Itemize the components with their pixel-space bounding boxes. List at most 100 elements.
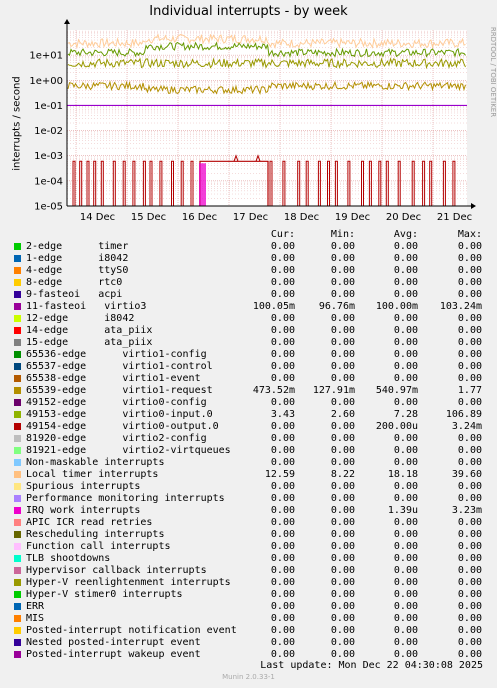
legend-min: 0.00 — [330, 517, 355, 528]
legend-swatch — [14, 483, 21, 490]
legend-swatch — [14, 495, 21, 502]
legend-row: 9-fasteoi acpi 0.00 0.00 0.00 0.00 — [12, 289, 492, 301]
legend-row: Spurious interrupts 0.00 0.00 0.00 0.00 — [12, 481, 492, 493]
legend-label: 15-edge ata_piix — [26, 337, 153, 348]
legend-min: 127.91m — [312, 385, 355, 396]
legend-avg: 100.00m — [375, 301, 418, 312]
legend-row: ERR 0.00 0.00 0.00 0.00 — [12, 601, 492, 613]
y-tick-label: 1e-05 — [34, 202, 63, 213]
legend-max: 1.77 — [457, 385, 482, 396]
legend-min: 0.00 — [330, 505, 355, 516]
legend-min: 0.00 — [330, 613, 355, 624]
legend-min: 0.00 — [330, 361, 355, 372]
legend-max: 0.00 — [457, 529, 482, 540]
legend-max: 3.24m — [451, 421, 482, 432]
legend-avg: 0.00 — [393, 601, 418, 612]
legend-row: 65538-edge virtio1-event 0.00 0.00 0.00 0.00 — [12, 373, 492, 385]
legend-min: 0.00 — [330, 553, 355, 564]
legend-min: 0.00 — [330, 265, 355, 276]
legend-avg: 0.00 — [393, 481, 418, 492]
legend-max: 0.00 — [457, 241, 482, 252]
legend-label: ERR — [26, 601, 45, 612]
legend-label: 4-edge ttyS0 — [26, 265, 129, 276]
y-tick-label: 1e-04 — [34, 176, 63, 187]
legend-avg: 0.00 — [393, 313, 418, 324]
legend-label: MIS — [26, 613, 45, 624]
legend-max: 0.00 — [457, 373, 482, 384]
legend-swatch — [14, 279, 21, 286]
legend-label: Posted-interrupt notification event — [26, 625, 237, 636]
legend-swatch — [14, 639, 21, 646]
legend-row: Function call interrupts 0.00 0.00 0.00 0.00 — [12, 541, 492, 553]
legend-swatch — [14, 375, 21, 382]
legend-row: APIC ICR read retries 0.00 0.00 0.00 0.00 — [12, 517, 492, 529]
legend-swatch — [14, 339, 21, 346]
legend-max: 0.00 — [457, 589, 482, 600]
legend-label: 11-fasteoi virtio3 — [26, 301, 147, 312]
legend-min: 0.00 — [330, 637, 355, 648]
legend-label: Performance monitoring interrupts — [26, 493, 225, 504]
legend-label: Local timer interrupts — [26, 469, 159, 480]
legend-swatch — [14, 315, 21, 322]
legend-avg: 0.00 — [393, 445, 418, 456]
legend-label: 14-edge ata_piix — [26, 325, 153, 336]
legend-min: 0.00 — [330, 337, 355, 348]
legend-row: 65536-edge virtio1-config 0.00 0.00 0.00 0.0… — [12, 349, 492, 361]
legend-avg: 0.00 — [393, 577, 418, 588]
legend-label: 1-edge i8042 — [26, 253, 129, 264]
legend-min: 0.00 — [330, 277, 355, 288]
legend-row: Hyper-V reenlightenment interrupts 0.00 0.… — [12, 577, 492, 589]
legend-label: 2-edge timer — [26, 241, 129, 252]
y-tick-label: 1e-03 — [34, 151, 63, 162]
legend-avg: 18.18 — [387, 469, 418, 480]
legend-row: TLB shootdowns 0.00 0.00 0.00 0.00 — [12, 553, 492, 565]
legend-min: 0.00 — [330, 433, 355, 444]
legend-min: 0.00 — [330, 289, 355, 300]
legend-label: 12-edge i8042 — [26, 313, 135, 324]
legend-swatch — [14, 555, 21, 562]
legend-swatch — [14, 399, 21, 406]
x-tick-label: 16 Dec — [182, 212, 217, 223]
legend-max: 0.00 — [457, 565, 482, 576]
x-tick-labels: 14 Dec 15 Dec 16 Dec 17 Dec 18 Dec 19 Dec 20 D… — [80, 212, 472, 223]
legend-row: 15-edge ata_piix 0.00 0.00 0.00 0.00 — [12, 337, 492, 349]
legend-avg: 0.00 — [393, 541, 418, 552]
legend-label: 81920-edge virtio2-config — [26, 433, 207, 444]
legend-min: 0.00 — [330, 397, 355, 408]
legend-row: 11-fasteoi virtio3 100.05m 96.76m 100.00m 10… — [12, 301, 492, 313]
legend-row: 49152-edge virtio0-config 0.00 0.00 0.00 0.0… — [12, 397, 492, 409]
legend-avg: 0.00 — [393, 325, 418, 336]
legend-max: 0.00 — [457, 601, 482, 612]
legend-row: 12-edge i8042 0.00 0.00 0.00 0.00 — [12, 313, 492, 325]
legend-avg: 0.00 — [393, 493, 418, 504]
x-tick-label: 17 Dec — [233, 212, 268, 223]
y-axis-arrow-icon — [64, 19, 70, 24]
legend-avg: 0.00 — [393, 625, 418, 636]
legend-row: MIS 0.00 0.00 0.00 0.00 — [12, 613, 492, 625]
legend-max: 0.00 — [457, 361, 482, 372]
legend-min: 0.00 — [330, 241, 355, 252]
legend-avg: 7.28 — [393, 409, 418, 420]
legend-max: 0.00 — [457, 433, 482, 444]
x-axis-arrow-icon — [471, 203, 476, 209]
legend-label: 65536-edge virtio1-config — [26, 349, 207, 360]
legend-min: 0.00 — [330, 445, 355, 456]
legend-swatch — [14, 579, 21, 586]
legend-min: 2.60 — [330, 409, 355, 420]
legend-row: 1-edge i8042 0.00 0.00 0.00 0.00 — [12, 253, 492, 265]
legend-row: 4-edge ttyS0 0.00 0.00 0.00 0.00 — [12, 265, 492, 277]
legend-min: 0.00 — [330, 565, 355, 576]
legend-max: 103.24m — [439, 301, 482, 312]
legend-avg: 0.00 — [393, 265, 418, 276]
series-burst-irq-work — [199, 163, 206, 206]
legend-min: 0.00 — [330, 493, 355, 504]
legend-row: 81920-edge virtio2-config 0.00 0.00 0.00 0.0… — [12, 433, 492, 445]
legend-min: 0.00 — [330, 421, 355, 432]
legend-avg: 0.00 — [393, 433, 418, 444]
legend-label: 65537-edge virtio1-control — [26, 361, 213, 372]
legend-max: 0.00 — [457, 349, 482, 360]
legend-avg: 0.00 — [393, 277, 418, 288]
legend-min: 0.00 — [330, 601, 355, 612]
legend-min: 0.00 — [330, 625, 355, 636]
legend-max: 106.89 — [445, 409, 482, 420]
